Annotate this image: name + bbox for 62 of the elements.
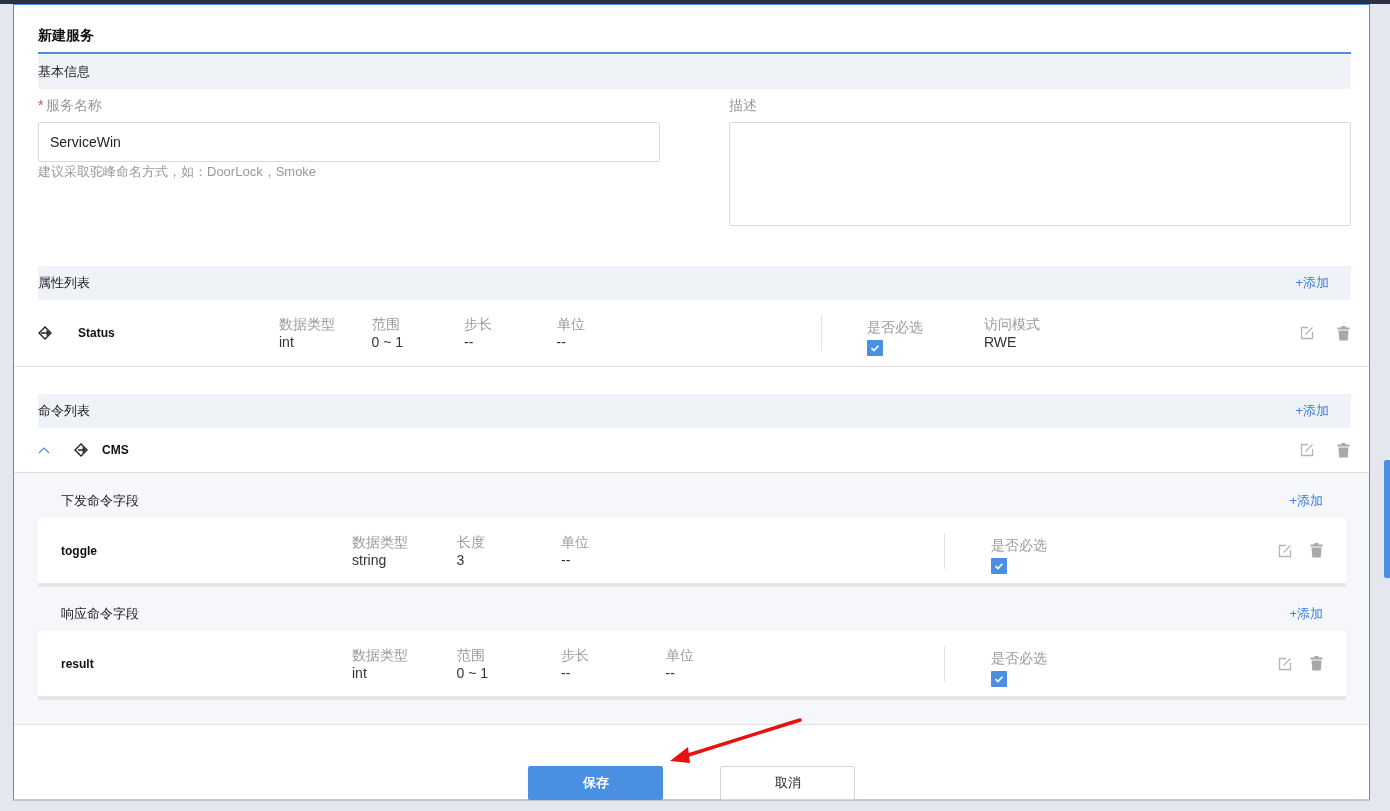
column-label: 是否必选 <box>991 535 1047 554</box>
cancel-button[interactable]: 取消 <box>720 766 855 800</box>
field-label: 描述 <box>729 96 758 115</box>
checkbox[interactable] <box>991 557 1007 574</box>
field-name: Status <box>78 326 115 340</box>
save-button[interactable]: 保存 <box>528 766 663 800</box>
column-value: -- <box>556 333 566 351</box>
trash-icon[interactable] <box>1337 442 1350 458</box>
trash-icon[interactable] <box>1310 656 1323 671</box>
command-name: CMS <box>102 443 129 457</box>
column-value: 3 <box>456 550 465 569</box>
checkbox[interactable] <box>867 340 883 356</box>
section-heading: 属性列表 <box>38 274 90 292</box>
column-label: 步长 <box>464 315 492 333</box>
column-value: RWE <box>984 333 1017 351</box>
column-value: -- <box>561 550 571 569</box>
column-label: 范围 <box>371 315 400 333</box>
column-value: int <box>352 663 367 682</box>
add-link[interactable]: +添加 <box>1289 605 1323 623</box>
edit-icon[interactable] <box>1300 443 1314 457</box>
column-label: 访问模式 <box>984 315 1040 333</box>
column-value: string <box>352 550 387 569</box>
edit-icon[interactable] <box>1278 543 1292 558</box>
checkbox[interactable] <box>991 670 1007 687</box>
column-value: int <box>279 333 294 351</box>
description-field[interactable] <box>729 122 1351 226</box>
trash-icon[interactable] <box>1310 543 1323 558</box>
column-label: 长度 <box>456 532 485 551</box>
add-link[interactable]: +添加 <box>1289 492 1323 510</box>
chevron-icon[interactable] <box>38 446 50 454</box>
column-label: 数据类型 <box>352 645 408 664</box>
column-value: 0 ~ 1 <box>371 333 404 351</box>
property-icon <box>38 326 52 340</box>
column-label: 范围 <box>456 645 485 664</box>
column-value: -- <box>665 663 675 682</box>
required-mark: * <box>38 97 44 113</box>
field-name: toggle <box>61 543 97 558</box>
column-label: 数据类型 <box>279 315 335 333</box>
section-heading: 下发命令字段 <box>61 492 139 510</box>
add-link[interactable]: +添加 <box>1295 274 1329 292</box>
field-hint: 建议采取驼峰命名方式，如：DoorLock，Smoke <box>38 163 318 181</box>
add-link[interactable]: +添加 <box>1295 402 1329 420</box>
column-label: 步长 <box>561 645 589 664</box>
section-heading: 基本信息 <box>38 63 90 81</box>
section-heading: 命令列表 <box>38 402 90 420</box>
field-name: result <box>61 656 94 671</box>
column-label: 数据类型 <box>352 532 408 551</box>
column-label: 是否必选 <box>867 318 923 336</box>
section-heading: 响应命令字段 <box>61 605 139 623</box>
edit-icon[interactable] <box>1300 326 1314 340</box>
column-label: 单位 <box>665 645 694 664</box>
field-label: 服务名称 <box>46 97 103 113</box>
column-value: -- <box>464 333 474 351</box>
trash-icon[interactable] <box>1337 325 1350 341</box>
column-value: 0 ~ 1 <box>456 663 489 682</box>
column-label: 是否必选 <box>991 648 1047 667</box>
column-value: -- <box>561 663 571 682</box>
command-icon <box>74 443 88 457</box>
column-label: 单位 <box>556 315 585 333</box>
name-input-field[interactable]: ServiceWin <box>38 122 660 162</box>
column-label: 单位 <box>561 532 589 551</box>
edit-icon[interactable] <box>1278 656 1292 671</box>
